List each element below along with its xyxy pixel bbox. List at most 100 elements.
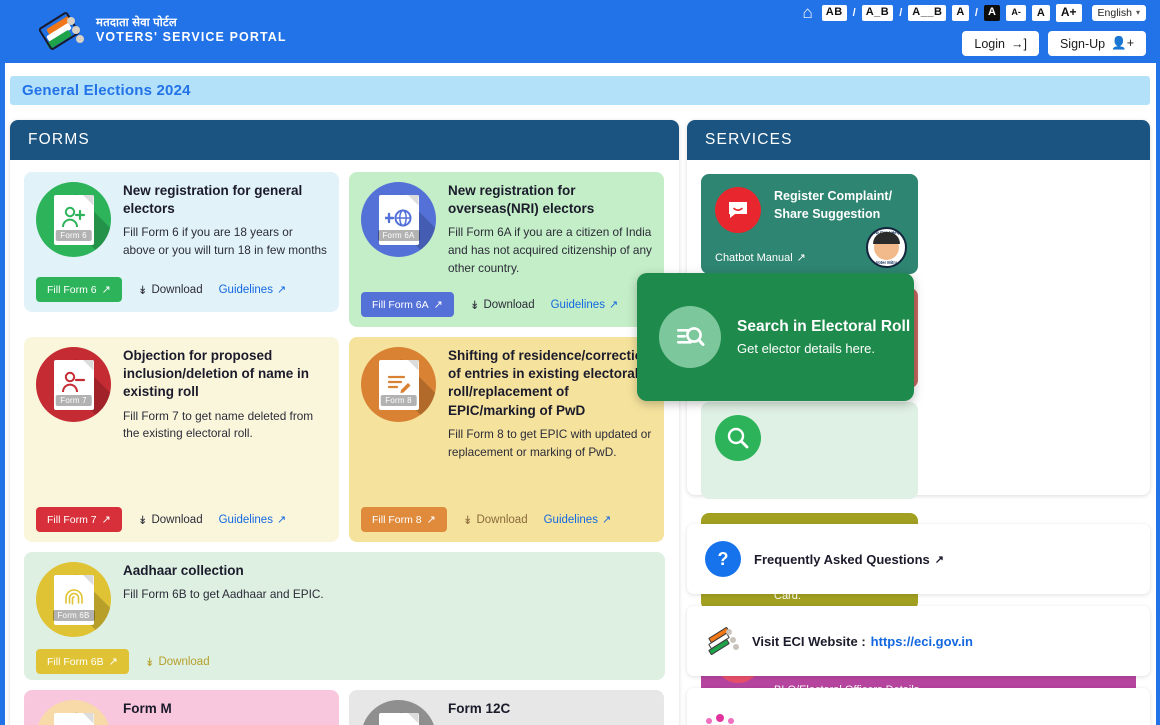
- chatbot-manual-link[interactable]: Chatbot Manual ↗: [715, 251, 806, 265]
- download-link-form-6b[interactable]: ↡ Download: [145, 655, 210, 669]
- form-card-form-7[interactable]: Form 7 Objection for proposed inclusion/d…: [24, 337, 339, 542]
- login-arrow-icon: →]: [1010, 36, 1027, 51]
- external-link-icon: ↗: [276, 284, 287, 296]
- home-icon[interactable]: ⌂: [802, 4, 812, 21]
- right-accent-rail: [1156, 63, 1160, 725]
- fill-form-button-form-6a[interactable]: Fill Form 6A ↗: [361, 292, 454, 317]
- form-description: Fill Form 7 to get name deleted from the…: [123, 408, 314, 441]
- form-card-form-6a[interactable]: Form 6A New registration for overseas(NRI…: [349, 172, 664, 327]
- external-link-icon: ↗: [101, 284, 111, 296]
- form-card-form-8[interactable]: Form 8 Shifting of residence/correction o…: [349, 337, 664, 542]
- contrast-chip-ab[interactable]: AB: [821, 4, 847, 21]
- language-label: English: [1097, 6, 1132, 19]
- separator: /: [899, 6, 903, 19]
- download-icon: ↡: [137, 284, 148, 297]
- form-icon-form-m: Form M: [36, 700, 111, 725]
- overlay-subtitle: Get elector details here.: [737, 341, 876, 356]
- color-chip-normal[interactable]: A: [952, 4, 969, 21]
- download-icon: ↡: [469, 299, 480, 312]
- form-card-form-m[interactable]: Form MForm MThis form is for the Migrant…: [24, 690, 339, 725]
- form-title: New registration for overseas(NRI) elect…: [448, 183, 595, 217]
- partial-bottom-row[interactable]: [687, 688, 1150, 725]
- download-icon: ↡: [137, 514, 148, 527]
- service-card-search-electoral-roll-under[interactable]: [701, 402, 918, 499]
- external-link-icon: ↗: [601, 514, 612, 526]
- contrast-chip-a--b[interactable]: A__B: [908, 4, 947, 21]
- eci-website-row[interactable]: Visit ECI Website : https://eci.gov.in: [687, 606, 1150, 676]
- brand-logo-block[interactable]: मतदाता सेवा पोर्टल VOTERS' SERVICE PORTA…: [37, 8, 287, 54]
- guidelines-link-form-8[interactable]: Guidelines ↗: [543, 513, 612, 527]
- separator: /: [852, 6, 856, 19]
- form-card-form-12c[interactable]: Form 12CForm 12CThis form is for Migrant…: [349, 690, 664, 725]
- service-title: Register Complaint/ Share Suggestion: [774, 189, 893, 222]
- form-actions: Fill Form 6 ↗ ↡ Download Guidelines ↗: [36, 265, 327, 302]
- fill-form-label: Fill Form 6: [47, 283, 97, 296]
- faq-row[interactable]: ? Frequently Asked Questions ↗: [687, 524, 1150, 594]
- language-selector[interactable]: English ▾: [1091, 4, 1146, 21]
- signup-button[interactable]: Sign-Up 👤+: [1047, 31, 1146, 56]
- form-icon-form-6a: Form 6A: [361, 182, 436, 257]
- form-actions: Fill Form 6A ↗ ↡ Download Guidelines ↗: [361, 280, 652, 317]
- service-card-register-complaint[interactable]: Register Complaint/ Share Suggestion Chat…: [701, 174, 918, 274]
- external-link-icon: ↗: [608, 299, 619, 311]
- guidelines-label: Guidelines: [543, 513, 598, 526]
- form-title: Aadhaar collection: [123, 563, 244, 578]
- separator: /: [974, 6, 978, 19]
- accessibility-toolbar: ⌂ AB / A_B / A__B A / A A- A A+ English …: [802, 4, 1146, 22]
- fill-form-label: Fill Form 8: [372, 513, 422, 526]
- download-link-form-6a[interactable]: ↡ Download: [470, 298, 535, 312]
- form-card-form-6[interactable]: Form 6 New registration for general elect…: [24, 172, 339, 312]
- eci-website-link[interactable]: https://eci.gov.in: [871, 634, 973, 649]
- user-add-icon: 👤+: [1111, 36, 1134, 50]
- color-chip-inverted[interactable]: A: [983, 4, 1001, 21]
- font-size-decrease-button[interactable]: A-: [1006, 4, 1026, 21]
- guidelines-link-form-6a[interactable]: Guidelines ↗: [550, 298, 619, 312]
- fill-form-button-form-6[interactable]: Fill Form 6 ↗: [36, 277, 122, 302]
- chatbot-avatar[interactable]: How Can I Help?Voter Mitra: [866, 227, 907, 268]
- services-panel-header: SERVICES: [687, 120, 1150, 160]
- font-size-normal-button[interactable]: A: [1031, 4, 1050, 21]
- form-description: Fill Form 6A if you are a citizen of Ind…: [448, 225, 652, 275]
- guidelines-link-form-6[interactable]: Guidelines ↗: [219, 283, 287, 297]
- login-button[interactable]: Login →]: [962, 31, 1039, 56]
- brand-title-english: VOTERS' SERVICE PORTAL: [96, 30, 287, 45]
- download-label: Download: [151, 513, 203, 526]
- form-icon-form-12c: Form 12C: [361, 700, 436, 725]
- search-electoral-roll-overlay-card[interactable]: Search in Electoral Roll Get elector det…: [637, 273, 914, 401]
- font-size-increase-button[interactable]: A+: [1055, 4, 1082, 22]
- chatbot-manual-label: Chatbot Manual: [715, 251, 793, 264]
- form-title: Objection for proposed inclusion/deletio…: [123, 348, 310, 400]
- form-description: Fill Form 8 to get EPIC with updated or …: [448, 426, 652, 459]
- form-icon-form-6b: Form 6B: [36, 562, 111, 637]
- form-card-form-6b[interactable]: Form 6B Aadhaar collection Fill Form 6B to…: [24, 552, 665, 680]
- guidelines-label: Guidelines: [550, 298, 605, 311]
- download-link-form-6[interactable]: ↡ Download: [138, 283, 203, 297]
- eci-label: Visit ECI Website :: [752, 633, 866, 649]
- form-icon-form-7: Form 7: [36, 347, 111, 422]
- guidelines-link-form-7[interactable]: Guidelines ↗: [219, 513, 287, 527]
- fill-form-label: Fill Form 7: [47, 513, 97, 526]
- external-link-icon: ↗: [108, 656, 118, 668]
- external-link-icon: ↗: [101, 514, 111, 526]
- search-list-icon: [659, 306, 721, 368]
- fill-form-label: Fill Form 6B: [47, 655, 104, 668]
- download-link-form-7[interactable]: ↡ Download: [138, 513, 203, 527]
- contrast-chip-a-b[interactable]: A_B: [861, 4, 894, 21]
- external-link-icon: ↗: [276, 514, 287, 526]
- form-title: Form 12C: [448, 701, 511, 716]
- form-title: Form M: [123, 701, 172, 716]
- download-icon: ↡: [462, 514, 473, 527]
- fill-form-button-form-8[interactable]: Fill Form 8 ↗: [361, 507, 447, 532]
- download-link-form-8[interactable]: ↡ Download: [463, 513, 528, 527]
- fill-form-button-form-7[interactable]: Fill Form 7 ↗: [36, 507, 122, 532]
- download-label: Download: [476, 513, 528, 526]
- voters-service-portal-page: मतदाता सेवा पोर्टल VOTERS' SERVICE PORTA…: [0, 0, 1160, 725]
- left-accent-rail: [0, 63, 5, 725]
- banner-title: General Elections 2024: [22, 82, 191, 99]
- form-title: New registration for general electors: [123, 183, 303, 217]
- form-description: Fill Form 6 if you are 18 years or above…: [123, 225, 327, 258]
- fill-form-button-form-6b[interactable]: Fill Form 6B ↗: [36, 649, 129, 674]
- eci-label-group: Visit ECI Website : https://eci.gov.in: [752, 634, 973, 649]
- form-badge: Form 6: [55, 230, 92, 241]
- site-header: मतदाता सेवा पोर्टल VOTERS' SERVICE PORTA…: [0, 0, 1160, 63]
